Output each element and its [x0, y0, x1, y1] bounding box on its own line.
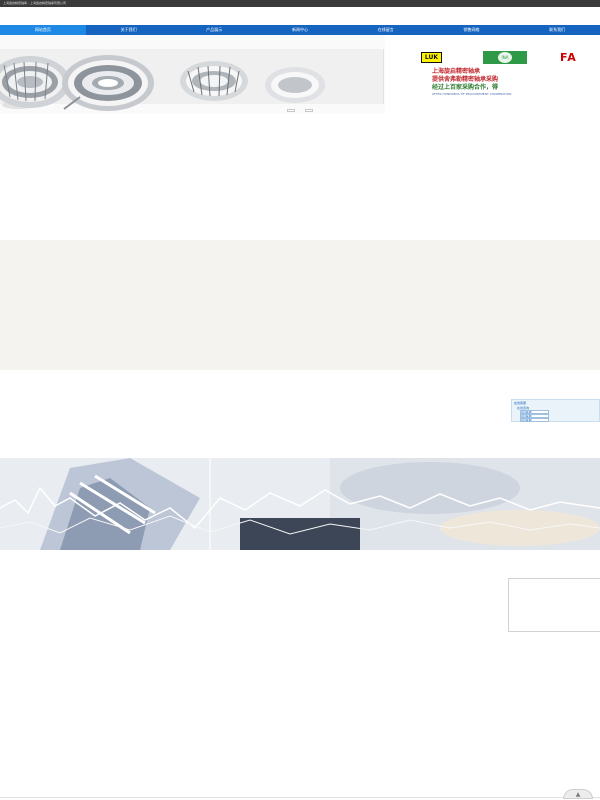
nav-item-network[interactable]: 销售网络: [429, 25, 515, 35]
top-bar: 上海旋启精密轴承 - 上海旋启精密轴承有限公司: [0, 0, 600, 7]
banner-line-2: 提供舍弗勒精密轴承采购: [432, 76, 499, 83]
side-panel: [508, 578, 600, 632]
nav-item-home[interactable]: 网站首页: [0, 25, 86, 35]
hero-banner[interactable]: LUK INA FA 上海旋启精密轴承 提供舍弗勒精密轴承采购 经过上百家采购合…: [0, 35, 600, 114]
qq-service-button-3[interactable]: QQ客服: [520, 418, 549, 422]
service-title: 在线客服: [514, 401, 527, 405]
footer-divider: [0, 797, 600, 798]
bearing-photo: [0, 35, 385, 114]
nav-item-about[interactable]: 关于我们: [86, 25, 172, 35]
window-title: 上海旋启精密轴承 - 上海旋启精密轴承有限公司: [3, 1, 66, 5]
fag-logo: FA: [560, 51, 577, 64]
main-nav: 网站首页 关于我们 产品展示 新闻中心 在线留言 销售网络 联系我们: [0, 25, 600, 35]
page: 上海旋启精密轴承 - 上海旋启精密轴承有限公司 网站首页 关于我们 产品展示 新…: [0, 0, 600, 800]
brand-panel: LUK INA FA 上海旋启精密轴承 提供舍弗勒精密轴承采购 经过上百家采购合…: [385, 35, 600, 114]
nav-item-news[interactable]: 新闻中心: [257, 25, 343, 35]
ina-logo-badge: INA: [498, 52, 512, 63]
slide-dot-1[interactable]: [287, 109, 295, 112]
banner-line-1: 上海旋启精密轴承: [432, 68, 481, 75]
banner-line-3: 经过上百家采购合作，得: [432, 84, 499, 91]
scroll-top-button[interactable]: ▲: [563, 789, 593, 799]
slide-dot-2[interactable]: [305, 109, 313, 112]
finance-illustration: [0, 458, 600, 550]
ina-logo: INA: [483, 51, 527, 64]
content-section: [0, 240, 600, 370]
nav-item-contact[interactable]: 联系我们: [514, 25, 600, 35]
nav-item-products[interactable]: 产品展示: [171, 25, 257, 35]
nav-item-message[interactable]: 在线留言: [343, 25, 429, 35]
finance-image-band: [0, 458, 600, 550]
luk-logo: LUK: [421, 52, 442, 63]
banner-line-4: AFTER HUNDREDS OF PROCUREMENT COOPERATIO…: [432, 92, 512, 96]
online-service-box: 在线客服 在线咨询 QQ客服 QQ客服 QQ客服: [511, 399, 600, 422]
bearings-illustration: [0, 55, 325, 111]
